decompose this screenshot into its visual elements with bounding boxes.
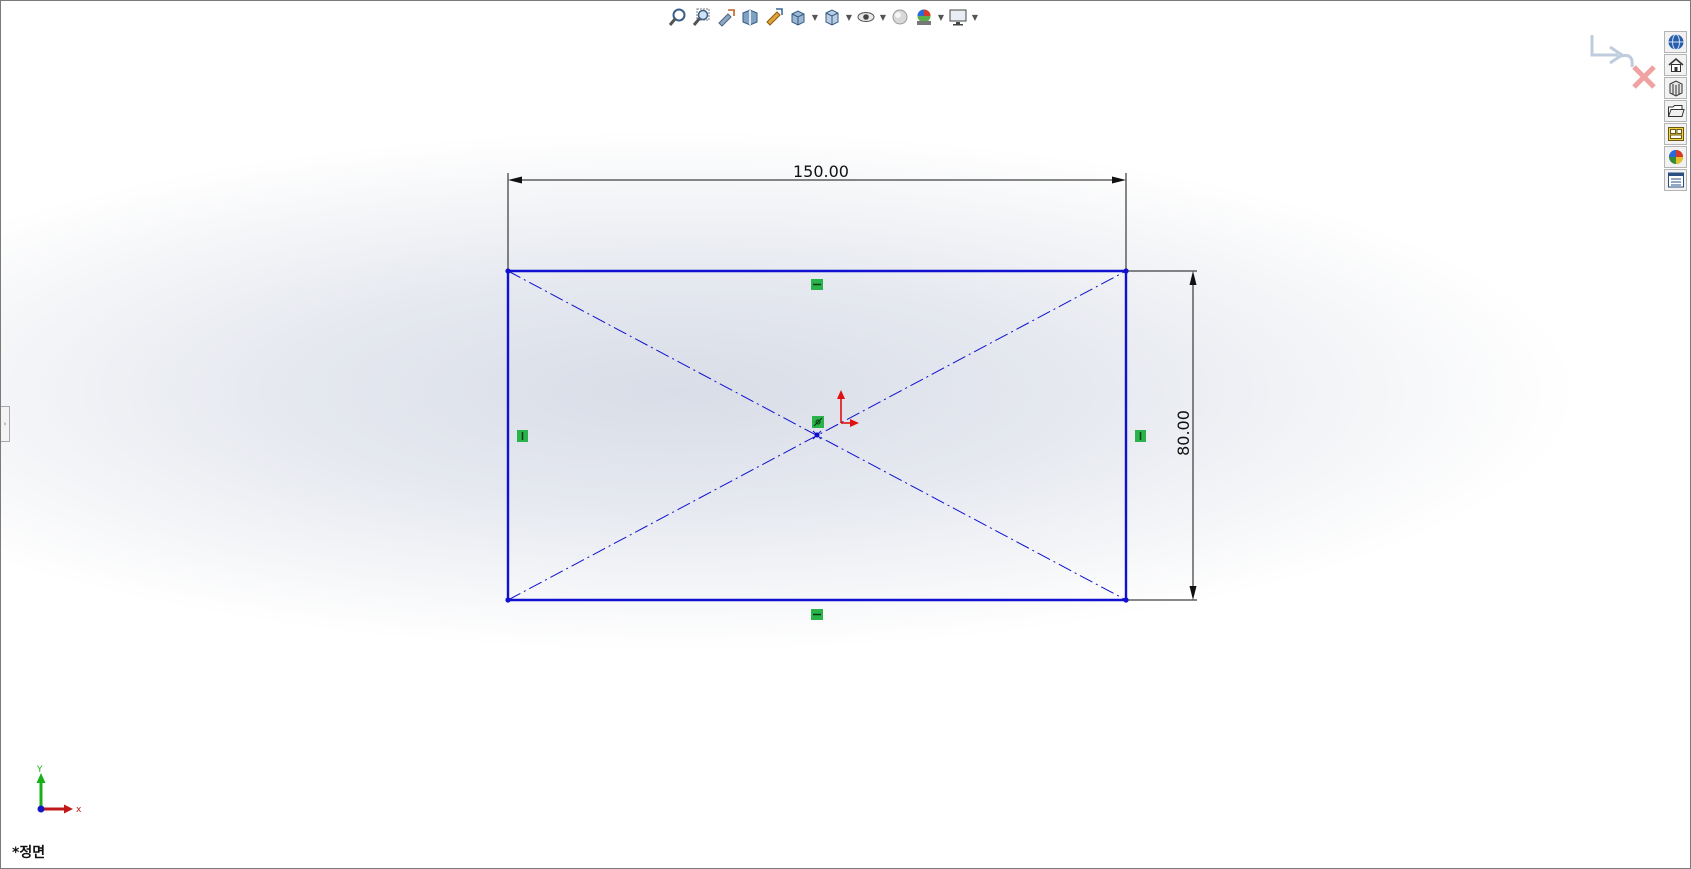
corner-point-bottom-left[interactable] [505,597,511,603]
reference-triad: Y x [36,765,82,815]
corner-point-bottom-right[interactable] [1123,597,1129,603]
view-orientation-label: *정면 [12,845,46,861]
coincident-relation-icon[interactable] [812,416,824,428]
vertical-relation-right-icon[interactable] [1135,430,1146,442]
triad-x-label: x [76,805,82,815]
corner-point-top-right[interactable] [1123,268,1129,274]
horizontal-relation-bottom-icon[interactable] [811,609,823,620]
width-dimension-value[interactable]: 150.00 [793,162,849,181]
height-dimension-value[interactable]: 80.00 [1174,410,1193,456]
triad-y-label: Y [36,765,43,775]
graphics-area[interactable]: ▼ ▼ ▼ ▼ ▼ › 150.00 80.00 Y x *정면 [0,0,1691,869]
width-dimension[interactable]: 150.00 [507,162,1127,269]
vertical-relation-left-icon[interactable] [517,430,528,442]
sketch-canvas: 150.00 80.00 [505,162,1197,620]
corner-point-top-left[interactable] [505,268,511,274]
horizontal-relation-top-icon[interactable] [811,279,823,290]
sketch-origin-icon[interactable] [837,390,859,427]
